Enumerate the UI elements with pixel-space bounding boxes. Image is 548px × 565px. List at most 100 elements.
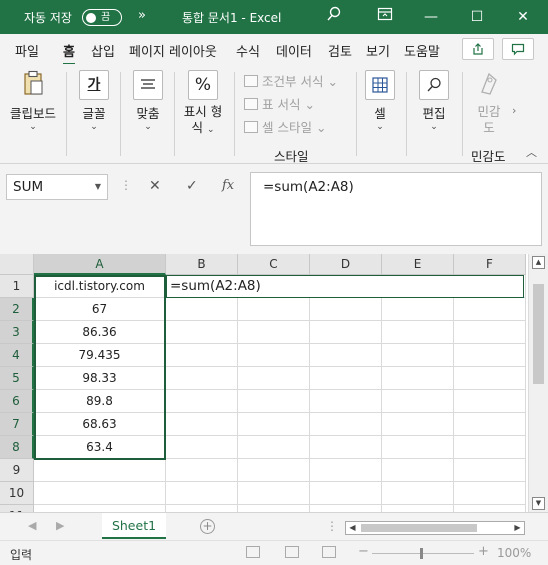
cell-e4[interactable] xyxy=(382,344,454,367)
cell-b5[interactable] xyxy=(166,367,238,390)
column-header-c[interactable]: C xyxy=(238,254,310,275)
zoom-slider-thumb[interactable] xyxy=(420,548,423,559)
row-header-10[interactable]: 10 xyxy=(0,482,34,505)
cell-f11[interactable] xyxy=(454,505,526,512)
row-header-7[interactable]: 7 xyxy=(0,413,34,436)
vertical-scrollbar[interactable]: ▲ ▼ xyxy=(528,254,548,512)
name-box[interactable]: SUM ▼ xyxy=(6,174,108,200)
sheet-tab[interactable]: Sheet1 xyxy=(102,513,166,539)
number-format-group[interactable]: % 표시 형 식 ⌄ xyxy=(180,70,226,136)
spreadsheet-grid[interactable]: ABCDEF 1234567891011 icdl.tistory.com678… xyxy=(0,254,528,512)
cell-a1[interactable]: icdl.tistory.com xyxy=(34,275,166,298)
cell-f3[interactable] xyxy=(454,321,526,344)
cell-c8[interactable] xyxy=(238,436,310,459)
cell-a8[interactable]: 63.4 xyxy=(34,436,166,459)
cell-a2[interactable]: 67 xyxy=(34,298,166,321)
row-header-9[interactable]: 9 xyxy=(0,459,34,482)
normal-view-icon[interactable] xyxy=(246,546,260,558)
cell-e10[interactable] xyxy=(382,482,454,505)
row-header-3[interactable]: 3 xyxy=(0,321,34,344)
cell-c7[interactable] xyxy=(238,413,310,436)
row-header-8[interactable]: 8 xyxy=(0,436,34,459)
scroll-thumb[interactable] xyxy=(361,524,477,532)
editing-group[interactable]: 편집 ⌄ xyxy=(414,70,454,132)
share-button[interactable] xyxy=(462,38,494,60)
cell-d3[interactable] xyxy=(310,321,382,344)
cell-e3[interactable] xyxy=(382,321,454,344)
cell-f8[interactable] xyxy=(454,436,526,459)
cell-e6[interactable] xyxy=(382,390,454,413)
cell-e7[interactable] xyxy=(382,413,454,436)
cell-c4[interactable] xyxy=(238,344,310,367)
page-layout-view-icon[interactable] xyxy=(285,546,299,558)
tab-data[interactable]: 데이터 xyxy=(276,41,312,60)
scroll-down-icon[interactable]: ▼ xyxy=(532,497,545,510)
cell-a4[interactable]: 79.435 xyxy=(34,344,166,367)
scroll-left-icon[interactable]: ◀ xyxy=(346,522,359,534)
cell-a5[interactable]: 98.33 xyxy=(34,367,166,390)
cell-a10[interactable] xyxy=(34,482,166,505)
cell-b9[interactable] xyxy=(166,459,238,482)
cell-d4[interactable] xyxy=(310,344,382,367)
cell-d6[interactable] xyxy=(310,390,382,413)
restore-button[interactable]: ☐ xyxy=(466,6,488,28)
tab-insert[interactable]: 삽입 xyxy=(91,41,115,60)
splitter-grip-icon[interactable]: ⋮ xyxy=(326,519,338,533)
cell-f9[interactable] xyxy=(454,459,526,482)
add-sheet-icon[interactable]: + xyxy=(200,519,215,534)
cell-a3[interactable]: 86.36 xyxy=(34,321,166,344)
scroll-up-icon[interactable]: ▲ xyxy=(532,256,545,269)
cell-f5[interactable] xyxy=(454,367,526,390)
cell-a9[interactable] xyxy=(34,459,166,482)
column-header-d[interactable]: D xyxy=(310,254,382,275)
tab-formulas[interactable]: 수식 xyxy=(236,41,260,60)
search-icon[interactable] xyxy=(323,6,345,28)
cells-group[interactable]: 셀 ⌄ xyxy=(362,70,398,132)
cell-b8[interactable] xyxy=(166,436,238,459)
column-header-b[interactable]: B xyxy=(166,254,238,275)
tab-review[interactable]: 검토 xyxy=(328,41,352,60)
tab-file[interactable]: 파일 xyxy=(15,41,39,60)
cell-c10[interactable] xyxy=(238,482,310,505)
zoom-level[interactable]: 100% xyxy=(497,546,531,560)
alignment-group[interactable]: 맞춤 ⌄ xyxy=(128,70,168,132)
autosave-toggle[interactable]: 끔 xyxy=(82,9,122,26)
sheet-prev-icon[interactable]: ◀ xyxy=(28,519,36,532)
insert-function-button[interactable]: fx xyxy=(222,178,234,193)
cell-c5[interactable] xyxy=(238,367,310,390)
cell-f2[interactable] xyxy=(454,298,526,321)
row-header-6[interactable]: 6 xyxy=(0,390,34,413)
cell-b3[interactable] xyxy=(166,321,238,344)
row-header-2[interactable]: 2 xyxy=(0,298,34,321)
comments-button[interactable] xyxy=(502,38,534,60)
tab-page-layout[interactable]: 페이지 레이아웃 xyxy=(129,41,217,60)
ribbon-display-icon[interactable] xyxy=(374,6,396,28)
column-header-e[interactable]: E xyxy=(382,254,454,275)
dropdown-icon[interactable]: ▼ xyxy=(95,175,101,199)
tab-help[interactable]: 도움말 xyxy=(404,41,440,60)
cell-d10[interactable] xyxy=(310,482,382,505)
ribbon-scroll-right-icon[interactable]: › xyxy=(512,104,516,117)
cell-b7[interactable] xyxy=(166,413,238,436)
formula-input[interactable]: =sum(A2:A8) xyxy=(250,172,542,246)
scroll-thumb[interactable] xyxy=(533,284,544,384)
cell-a11[interactable] xyxy=(34,505,166,512)
sensitivity-group[interactable]: 민감 도 xyxy=(470,70,508,136)
cell-f6[interactable] xyxy=(454,390,526,413)
cell-b4[interactable] xyxy=(166,344,238,367)
cell-b2[interactable] xyxy=(166,298,238,321)
cell-b6[interactable] xyxy=(166,390,238,413)
cell-styles-button[interactable]: 셀 스타일 ⌄ xyxy=(244,116,354,139)
cell-c9[interactable] xyxy=(238,459,310,482)
active-cell-editor[interactable]: =sum(A2:A8) xyxy=(166,275,524,298)
cell-d2[interactable] xyxy=(310,298,382,321)
cell-f10[interactable] xyxy=(454,482,526,505)
column-header-a[interactable]: A xyxy=(34,254,166,275)
more-commands-button[interactable]: » xyxy=(138,8,146,23)
row-header-5[interactable]: 5 xyxy=(0,367,34,390)
close-button[interactable]: ✕ xyxy=(512,6,534,28)
cell-a7[interactable]: 68.63 xyxy=(34,413,166,436)
format-as-table-button[interactable]: 표 서식 ⌄ xyxy=(244,93,354,116)
cell-b11[interactable] xyxy=(166,505,238,512)
cell-d5[interactable] xyxy=(310,367,382,390)
